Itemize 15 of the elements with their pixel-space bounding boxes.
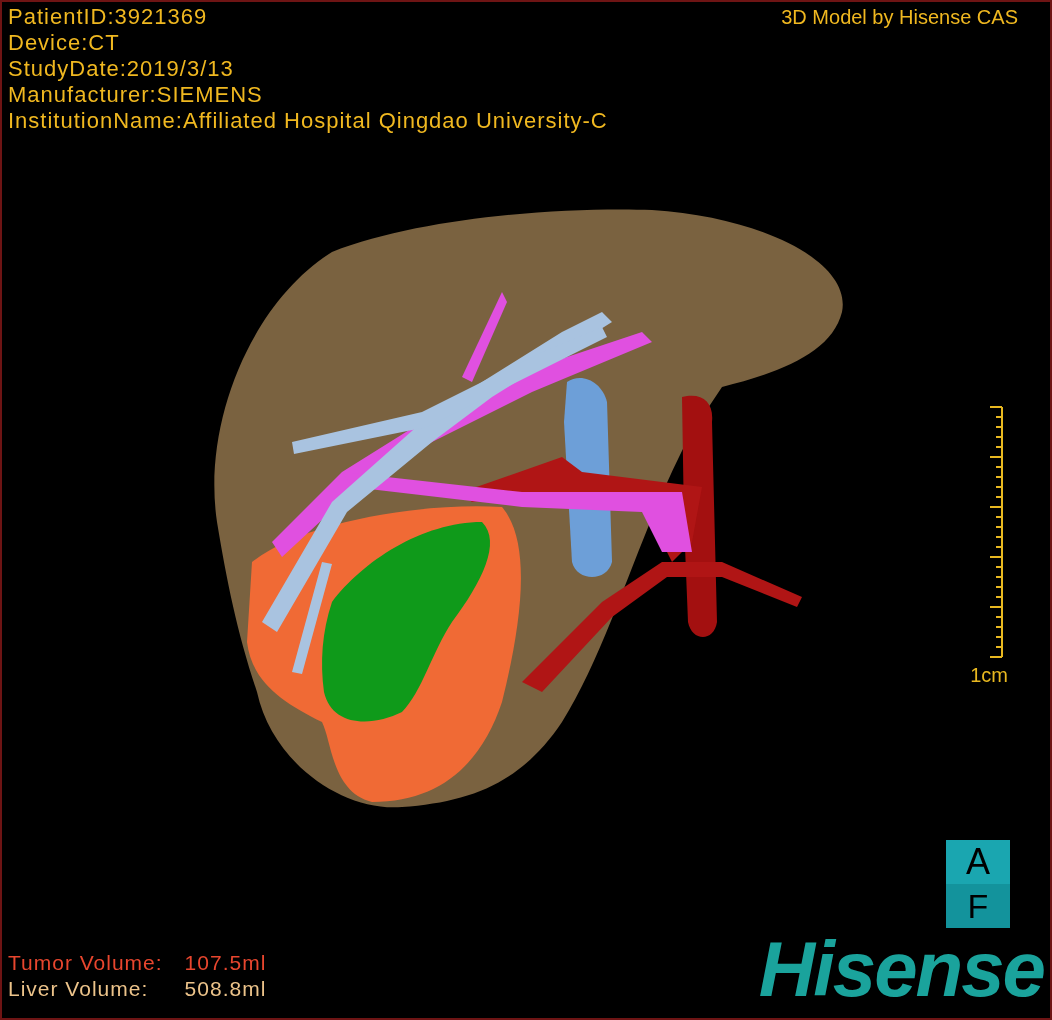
orientation-front-face: F <box>946 884 1010 928</box>
volume-label: Liver Volume: <box>8 976 150 1002</box>
orientation-top-face: A <box>946 840 1010 884</box>
orientation-cube[interactable]: A F <box>946 840 1010 928</box>
patient-info-line: Device:CT <box>8 30 120 56</box>
patient-info-line: Manufacturer:SIEMENS <box>8 82 263 108</box>
volume-label: Tumor Volume: <box>8 950 163 976</box>
volume-value: 107.5ml <box>184 950 267 976</box>
patient-info-line: PatientID:3921369 <box>8 4 208 30</box>
patient-info-line: InstitutionName:Affiliated Hospital Qingdao University-C <box>8 108 608 134</box>
credit-text: 3D Model by Hisense CAS <box>781 5 1019 30</box>
brand-logo: Hisense <box>758 934 1044 1004</box>
volume-value: 508.8ml <box>184 976 267 1002</box>
patient-info-line: StudyDate:2019/3/13 <box>8 56 234 82</box>
scale-label: 1cm <box>970 664 1008 686</box>
